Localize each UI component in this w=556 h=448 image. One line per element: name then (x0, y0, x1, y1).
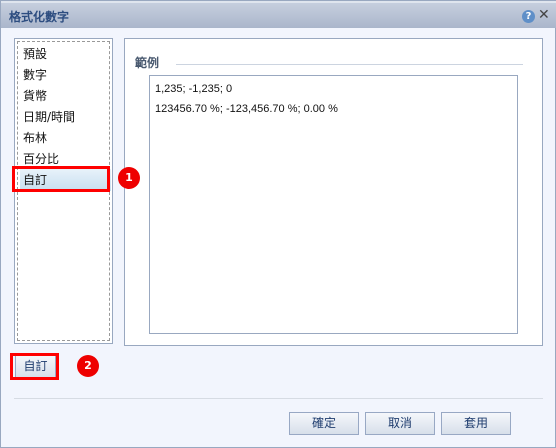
help-icon[interactable]: ? (522, 10, 535, 23)
footer-divider (14, 398, 543, 399)
category-item-datetime[interactable]: 日期/時間 (20, 106, 111, 128)
cancel-button[interactable]: 取消 (365, 412, 435, 435)
dialog-titlebar: 格式化數字 ? ✕ (1, 1, 556, 28)
highlight-box-1 (12, 166, 110, 192)
sample-legend: 範例 (135, 56, 160, 70)
category-item-currency[interactable]: 貨幣 (20, 85, 111, 107)
category-item-boolean[interactable]: 布林 (20, 127, 111, 149)
sample-line: 123456.70 %; -123,456.70 %; 0.00 % (155, 103, 338, 115)
sample-textarea[interactable]: 1,235; -1,235; 0 123456.70 %; -123,456.7… (149, 75, 518, 334)
dialog-title: 格式化數字 (9, 10, 70, 24)
sample-line: 1,235; -1,235; 0 (155, 83, 233, 95)
category-item-number[interactable]: 數字 (20, 64, 111, 86)
category-item-default[interactable]: 預設 (20, 43, 111, 65)
apply-button[interactable]: 套用 (441, 412, 511, 435)
step-badge-1: 1 (118, 167, 140, 189)
step-badge-2: 2 (77, 355, 99, 377)
legend-divider (176, 64, 523, 65)
ok-button[interactable]: 確定 (289, 412, 359, 435)
highlight-box-2 (10, 353, 59, 380)
close-icon[interactable]: ✕ (538, 7, 550, 23)
sample-panel: 範例 1,235; -1,235; 0 123456.70 %; -123,45… (124, 38, 543, 346)
